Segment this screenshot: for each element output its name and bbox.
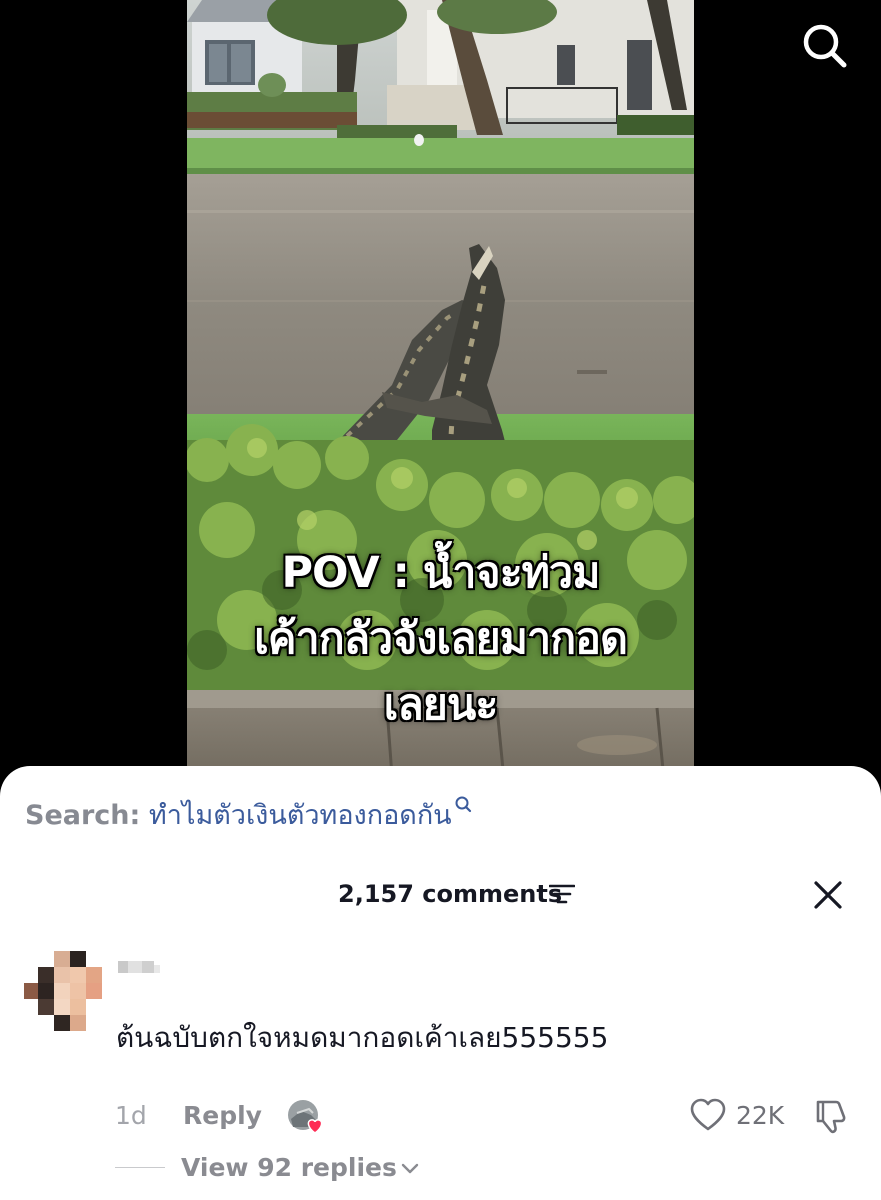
close-icon <box>814 881 842 909</box>
replies-divider <box>115 1167 165 1168</box>
thumbs-down-icon <box>816 1100 846 1134</box>
view-replies-label: View 92 replies <box>181 1153 397 1182</box>
like-count: 22K <box>736 1101 785 1130</box>
heart-icon <box>690 1098 726 1131</box>
video-player[interactable]: POV : น้ำจะท่วม เค้ากลัวจังเลยมากอด เลยน… <box>0 0 881 790</box>
video-caption: POV : น้ำจะท่วม เค้ากลัวจังเลยมากอด เลยน… <box>187 540 694 738</box>
caption-line: เค้ากลัวจังเลยมากอด <box>254 614 628 664</box>
search-icon <box>803 24 847 68</box>
search-suggestion-prefix: Search: <box>25 800 141 831</box>
liked-by-creator-badge <box>287 1099 327 1135</box>
filter-icon[interactable] <box>549 883 575 905</box>
search-suggestion-query[interactable]: ทำไมตัวเงินตัวทองกอดกัน <box>149 800 452 831</box>
view-replies-button[interactable]: View 92 replies <box>181 1150 419 1186</box>
caption-line: เลยนะ <box>383 680 499 730</box>
caption-line: POV : น้ำจะท่วม <box>281 548 601 598</box>
search-suggestion[interactable]: Search: ทำไมตัวเงินตัวทองกอดกัน <box>25 796 474 834</box>
dislike-button[interactable] <box>812 1098 850 1136</box>
username-redacted <box>118 961 160 973</box>
comments-count: 2,157 comments <box>338 880 563 908</box>
comment-time: 1d <box>115 1101 147 1130</box>
avatar-image <box>24 951 106 1031</box>
creator-avatar-heart-icon <box>288 1100 323 1134</box>
small-search-icon <box>455 796 471 813</box>
chevron-down-icon <box>401 1163 419 1174</box>
reply-button[interactable]: Reply <box>183 1097 262 1135</box>
search-button[interactable] <box>796 18 852 74</box>
like-button[interactable] <box>690 1098 726 1132</box>
avatar[interactable] <box>24 951 106 1031</box>
comment-text: ต้นฉบับตกใจหมดมากอดเค้าเลย555555 <box>116 1021 609 1054</box>
close-button[interactable] <box>808 875 848 915</box>
